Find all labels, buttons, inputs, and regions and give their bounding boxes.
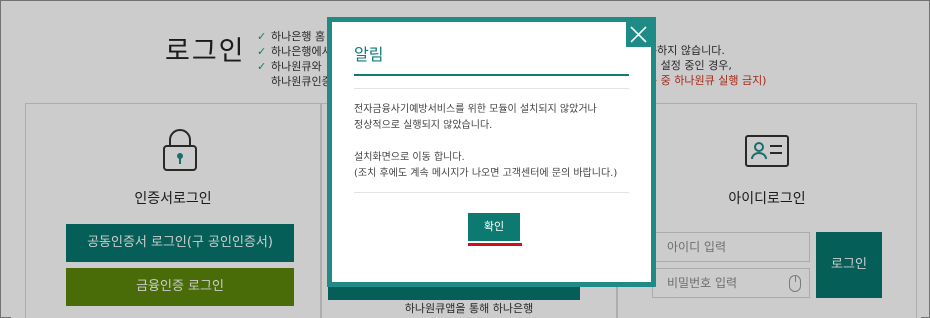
content-divider-bottom [354, 192, 629, 193]
confirm-button[interactable]: 확인 [468, 213, 520, 241]
close-icon [630, 26, 647, 43]
content-divider-top [354, 88, 629, 89]
modal-title: 알림 [354, 45, 384, 64]
modal-message-line: 정상적으로 실행되지 않았습니다. [354, 120, 493, 131]
title-divider [354, 74, 629, 76]
modal-message-line: (조치 후에도 계속 메시지가 나오면 고객센터에 문의 바랍니다.) [354, 168, 618, 179]
confirm-highlight-underline [468, 243, 522, 246]
modal-message-line: 전자금융사기예방서비스를 위한 모듈이 설치되지 않았거나 [354, 104, 597, 115]
alert-modal: 알림 전자금융사기예방서비스를 위한 모듈이 설치되지 않았거나 정상적으로 실… [327, 17, 656, 287]
modal-message-line: 설치화면으로 이동 합니다. [354, 152, 465, 163]
close-button[interactable] [626, 22, 651, 47]
